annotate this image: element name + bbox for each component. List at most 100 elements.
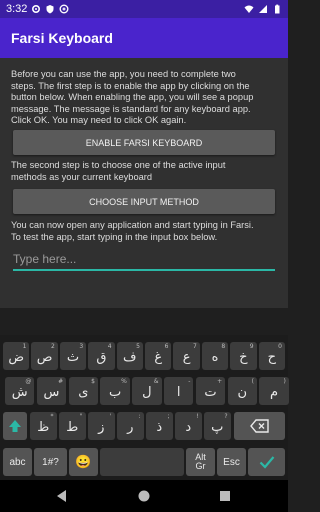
shift-key[interactable]: [3, 412, 27, 440]
farsi-keyboard: 1ض2ص3ث4ق5ف6غ7ع8ه9خ0ح @ ش # س $ ی% ب & ل - ا + ت(ن) م …: [0, 335, 289, 480]
key-letter: ن: [237, 385, 248, 400]
key-row1-5[interactable]: 5ف: [116, 342, 143, 370]
key-letter: ض: [8, 350, 25, 365]
intro-line: Before you can use the app, you need to …: [11, 69, 236, 79]
checkmark-icon: [259, 456, 274, 469]
cell-signal-icon: [259, 5, 267, 13]
key-letter: ذ: [156, 420, 163, 435]
symbols-key[interactable]: 1#?: [34, 448, 67, 476]
emoji-icon: 😀: [75, 454, 92, 469]
space-key[interactable]: [100, 448, 184, 476]
key-hint: -: [188, 378, 191, 385]
shift-arrow-icon: [9, 420, 21, 432]
key-hint: 7: [192, 343, 197, 350]
key-row1-10[interactable]: 0ح: [258, 342, 285, 370]
status-bar: 3:32: [0, 0, 288, 18]
main-content: Before you can use the app, you need to …: [0, 58, 288, 308]
intro-paragraph: Before you can use the app, you need to …: [11, 69, 279, 127]
key-letter: ب: [108, 385, 122, 400]
key-row3-4[interactable]: :ر: [117, 412, 144, 440]
key-row1-3[interactable]: 3ث: [59, 342, 87, 370]
key-letter: د: [185, 420, 192, 435]
key-letter: م: [270, 385, 279, 400]
key-letter: خ: [239, 350, 248, 365]
key-row3-6[interactable]: ! د: [175, 412, 202, 440]
key-row2-9[interactable]: ) م: [259, 377, 289, 405]
key-hint: @: [25, 378, 32, 385]
shield-icon: [46, 5, 54, 14]
key-letter: ص: [36, 350, 53, 365]
key-row1-4[interactable]: 4ق: [88, 342, 115, 370]
key-row1-7[interactable]: 7ع: [173, 342, 200, 370]
key-hint: *: [50, 413, 54, 420]
key-hint: 8: [221, 343, 226, 350]
key-letter: ل: [142, 385, 152, 400]
key-row2-4[interactable]: % ب: [100, 377, 130, 405]
enable-keyboard-button[interactable]: ENABLE FARSI KEYBOARD: [13, 130, 275, 155]
key-row2-7[interactable]: + ت: [195, 377, 226, 405]
test-paragraph: You can now open any application and sta…: [11, 220, 279, 243]
home-circle-icon[interactable]: [137, 489, 151, 503]
key-row1-1[interactable]: 1ض: [3, 342, 30, 370]
altgr-key[interactable]: Alt Gr: [186, 448, 215, 476]
emoji-key[interactable]: 😀: [69, 448, 98, 476]
test-input-field[interactable]: [13, 251, 275, 271]
key-hint: ;: [167, 413, 170, 420]
key-row3-7[interactable]: ? پ: [204, 412, 231, 440]
key-letter: ط: [66, 420, 79, 435]
key-row1-8[interactable]: 8ه: [201, 342, 229, 370]
app-bar: Farsi Keyboard: [0, 18, 288, 58]
key-letter: س: [43, 385, 60, 400]
key-letter: ت: [204, 385, 217, 400]
key-hint: 9: [249, 343, 254, 350]
status-time: 3:32: [6, 3, 28, 15]
enter-key[interactable]: [248, 448, 285, 476]
key-row3-1[interactable]: * ظ: [30, 412, 57, 440]
key-row2-3[interactable]: $ ی: [68, 377, 98, 405]
key-hint: :: [138, 413, 141, 420]
key-letter: ف: [123, 350, 137, 365]
key-hint: %: [121, 378, 127, 385]
key-row2-6[interactable]: -ا: [164, 377, 194, 405]
key-letter: ش: [11, 385, 28, 400]
key-row2-1[interactable]: @ ش: [5, 377, 35, 405]
altgr-label-gr: Gr: [195, 461, 206, 471]
key-hint: 1: [22, 343, 27, 350]
esc-key[interactable]: Esc: [217, 448, 246, 476]
second-step-paragraph: The second step is to choose one of the …: [11, 160, 279, 183]
abc-key[interactable]: abc: [3, 448, 32, 476]
key-hint: 6: [164, 343, 169, 350]
key-hint: !: [196, 413, 199, 420]
key-letter: ا: [176, 385, 181, 400]
key-hint: #: [58, 378, 64, 385]
key-hint: ": [79, 413, 83, 420]
intro-line: message. The message is standard for any…: [11, 103, 251, 114]
key-row1-9[interactable]: 9خ: [230, 342, 257, 370]
battery-icon: [275, 4, 280, 14]
backspace-key[interactable]: [234, 412, 285, 440]
key-row3-3[interactable]: ' ز: [88, 412, 115, 440]
key-letter: ق: [96, 350, 107, 365]
wifi-icon: [244, 5, 254, 13]
key-hint: 2: [50, 343, 55, 350]
key-row1-6[interactable]: 6غ: [145, 342, 172, 370]
key-hint: 5: [136, 343, 140, 350]
choose-input-method-button[interactable]: CHOOSE INPUT METHOD: [13, 189, 275, 214]
key-letter: ث: [66, 350, 80, 365]
backspace-icon: [249, 419, 269, 433]
key-row1-2[interactable]: 2ص: [31, 342, 58, 370]
key-row2-8[interactable]: (ن: [227, 377, 257, 405]
recents-square-icon[interactable]: [218, 489, 232, 503]
key-row2-2[interactable]: # س: [36, 377, 67, 405]
test-line: To test the app, start typing in the inp…: [11, 231, 218, 242]
intro-line: button below. When enabling the app, you…: [11, 92, 254, 103]
key-row3-5[interactable]: ; ذ: [146, 412, 173, 440]
key-hint: ): [283, 378, 286, 385]
data-saver-icon: [59, 4, 69, 14]
intro-line: Click OK. You may need to click OK again…: [11, 115, 187, 126]
key-row2-5[interactable]: & ل: [132, 377, 162, 405]
intro-line: steps. The first step is to enable the a…: [11, 80, 250, 91]
back-triangle-icon[interactable]: [55, 489, 69, 503]
key-row3-2[interactable]: " ط: [59, 412, 86, 440]
key-hint: +: [217, 378, 223, 385]
